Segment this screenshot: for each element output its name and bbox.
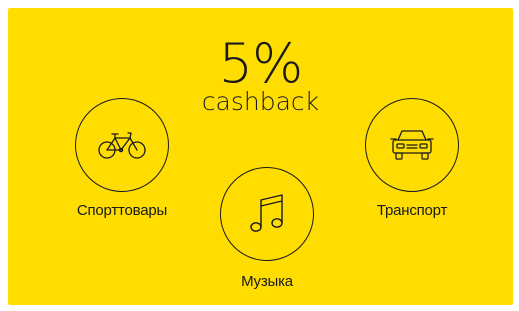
- car-icon: [390, 130, 434, 160]
- category-music-label: Музыка: [241, 273, 293, 290]
- bicycle-icon: [98, 132, 146, 159]
- cashback-percent: 5%: [218, 32, 304, 95]
- category-sport-circle: [75, 98, 169, 192]
- promo-frame: 5% cashback Спорттовары Музыка Транспорт: [0, 0, 519, 311]
- category-transport: Транспорт: [337, 98, 487, 219]
- category-transport-label: Транспорт: [376, 202, 448, 219]
- category-music: Музыка: [192, 167, 342, 290]
- category-transport-circle: [365, 98, 459, 192]
- music-note-icon: [250, 194, 283, 232]
- cashback-banner: 5% cashback Спорттовары Музыка Транспорт: [8, 8, 513, 305]
- category-sport: Спорттовары: [47, 98, 197, 219]
- category-music-circle: [220, 167, 314, 261]
- category-sport-label: Спорттовары: [76, 202, 168, 219]
